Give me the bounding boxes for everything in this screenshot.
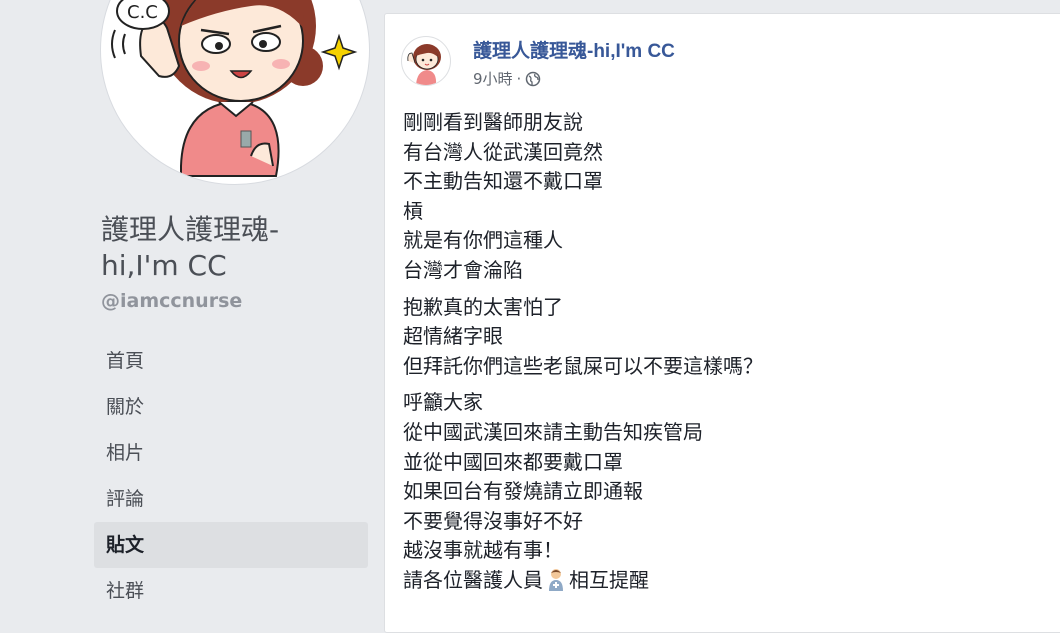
page-title-line2: hi,I'm CC <box>101 249 227 282</box>
post-line: 台灣才會淪陷 <box>403 257 523 282</box>
post-author-name[interactable]: 護理人護理魂-hi,I'm CC <box>473 36 675 63</box>
page-handle[interactable]: @iamccnurse <box>101 290 242 312</box>
nav-item-about[interactable]: 關於 <box>94 384 368 430</box>
page-title-line1: 護理人護理魂- <box>101 213 280 246</box>
post-line: 不主動告知還不戴口罩 <box>403 169 603 194</box>
post-line: 抱歉真的太害怕了 <box>403 294 563 319</box>
post-author-avatar[interactable] <box>401 36 451 86</box>
post-line: 但拜託你們這些老鼠屎可以不要這樣嗎？ <box>403 353 763 378</box>
meta-separator: · <box>516 69 522 88</box>
nav-item-reviews[interactable]: 評論 <box>94 476 368 522</box>
avatar-caption: C.C <box>127 2 158 23</box>
post-line: 有台灣人從武漢回竟然 <box>403 139 603 164</box>
post-line: 不要覺得沒事好不好 <box>403 508 583 533</box>
nav-item-photos[interactable]: 相片 <box>94 430 368 476</box>
post-line-last: 請各位醫護人員 相互提醒 <box>403 566 1043 596</box>
post-line: 就是有你們這種人 <box>403 228 563 253</box>
post-paragraph: 剛剛看到醫師朋友說 有台灣人從武漢回竟然 不主動告知還不戴口罩 槓 就是有你們這… <box>403 108 1043 286</box>
cartoon-nurse-avatar: C.C <box>111 0 358 177</box>
health-worker-emoji <box>547 567 565 591</box>
post-line: 並從中國回來都要戴口罩 <box>403 449 623 474</box>
page-title: 護理人護理魂- hi,I'm CC <box>101 212 361 284</box>
nav-item-home[interactable]: 首頁 <box>94 338 368 384</box>
post-meta: 9小時 · <box>473 68 541 89</box>
page-nav-menu: 首頁 關於 相片 評論 貼文 社群 <box>94 338 368 614</box>
post-line-text: 相互提醒 <box>569 567 649 592</box>
post-line: 剛剛看到醫師朋友說 <box>403 110 583 134</box>
post-line: 超情緒字眼 <box>403 324 503 349</box>
post-line: 從中國武漢回來請主動告知疾管局 <box>403 419 703 444</box>
post-timestamp[interactable]: 9小時 <box>473 68 513 89</box>
nav-item-community[interactable]: 社群 <box>94 568 368 614</box>
nav-item-posts[interactable]: 貼文 <box>94 522 368 568</box>
post-card: 護理人護理魂-hi,I'm CC 9小時 · 剛剛看到醫師朋友說 有台灣人從武漢… <box>384 13 1060 633</box>
post-line: 槓 <box>403 198 423 223</box>
post-line: 越沒事就越有事！ <box>403 538 563 563</box>
post-line-text: 請各位醫護人員 <box>403 567 543 592</box>
post-body: 剛剛看到醫師朋友說 有台灣人從武漢回竟然 不主動告知還不戴口罩 槓 就是有你們這… <box>403 108 1043 603</box>
post-line: 呼籲大家 <box>403 390 483 415</box>
page-profile-picture[interactable]: C.C <box>100 0 370 185</box>
post-line: 如果回台有發燒請立即通報 <box>403 479 643 504</box>
post-paragraph: 抱歉真的太害怕了 超情緒字眼 但拜託你們這些老鼠屎可以不要這樣嗎？ <box>403 293 1043 382</box>
cartoon-nurse-avatar-small <box>407 44 441 85</box>
globe-icon[interactable] <box>525 71 541 87</box>
post-paragraph: 呼籲大家 從中國武漢回來請主動告知疾管局 並從中國回來都要戴口罩 如果回台有發燒… <box>403 388 1043 595</box>
